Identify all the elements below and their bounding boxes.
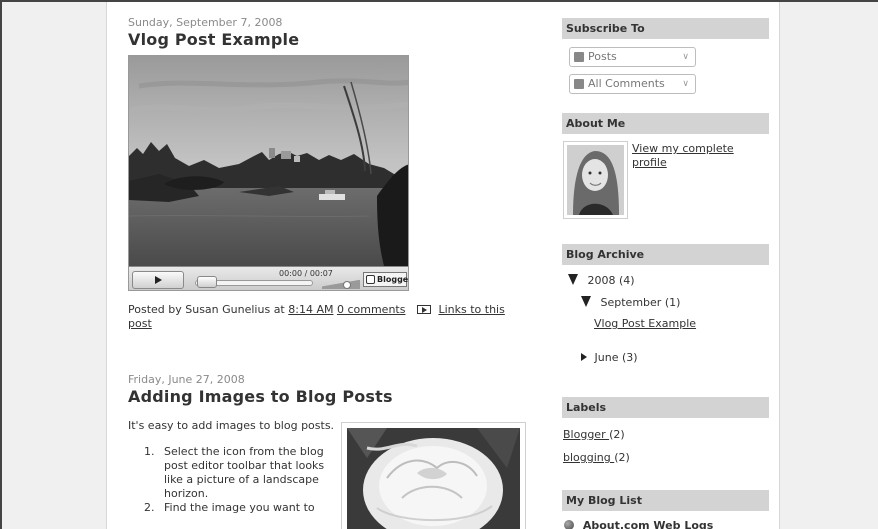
post-footer: Posted by Susan Gunelius at 8:14 AM 0 co… — [128, 303, 518, 331]
subscribe-comments-label: All Comments — [588, 77, 665, 90]
archive-heading: Blog Archive — [562, 244, 769, 265]
left-page-margin — [2, 2, 107, 529]
about-heading: About Me — [562, 113, 769, 134]
label-link[interactable]: Blogger — [563, 428, 609, 441]
comments-link[interactable]: 0 comments — [337, 303, 406, 316]
archive-year-count: (4) — [619, 274, 635, 287]
post-title[interactable]: Vlog Post Example — [128, 30, 538, 50]
subscribe-comments-dropdown[interactable]: All Comments ∨ — [569, 74, 696, 94]
chevron-down-icon: ∨ — [682, 52, 689, 62]
video-frame — [129, 56, 408, 266]
post-intro: It's easy to add images to blog posts. — [128, 419, 335, 432]
blogger-logo-text: Blogger — [377, 275, 409, 284]
browser-viewport: Sunday, September 7, 2008 Vlog Post Exam… — [0, 0, 878, 529]
archive-post-row: Vlog Post Example — [594, 317, 696, 331]
step-item: Select the icon from the blog post edito… — [158, 445, 338, 501]
feed-icon — [574, 79, 584, 89]
post-title-2[interactable]: Adding Images to Blog Posts — [128, 387, 528, 407]
bloglist-item[interactable]: About.com Web Logs — [564, 519, 713, 529]
links-to-post-text-a: Links to this — [438, 303, 505, 316]
rose-photo — [347, 428, 520, 529]
archive-month-row[interactable]: September (1) — [581, 296, 680, 310]
bloglist-heading: My Blog List — [562, 490, 769, 511]
archive-month-count: (1) — [664, 296, 681, 309]
rose-image[interactable] — [341, 422, 526, 529]
collapse-triangle-icon[interactable] — [581, 296, 591, 307]
links-to-post-icon — [416, 305, 431, 314]
feed-icon — [574, 52, 584, 62]
blogger-logo[interactable]: Blogger — [363, 272, 409, 287]
steps-list: Select the icon from the blog post edito… — [128, 445, 338, 515]
view-profile-text-a: View my complete — [632, 142, 734, 155]
links-to-post-text-b: post — [128, 317, 152, 330]
archive-year: 2008 — [587, 274, 616, 287]
video-player[interactable]: 00:00 / 00:07 Blogger — [128, 55, 409, 291]
bloglist-item-label: About.com Web Logs — [582, 519, 714, 529]
posted-by-text: Posted by Susan Gunelius at — [128, 303, 285, 316]
archive-month2-count: (3) — [621, 351, 638, 364]
view-profile-text-b: profile — [632, 156, 667, 169]
video-controls: 00:00 / 00:07 Blogger — [129, 266, 409, 290]
right-page-margin — [779, 2, 878, 529]
post-header-2: Friday, June 27, 2008 Adding Images to B… — [128, 373, 528, 407]
label-link[interactable]: blogging — [563, 451, 614, 464]
view-profile-link[interactable]: View my complete profile — [632, 142, 734, 169]
play-button[interactable] — [132, 271, 184, 289]
archive-month: September — [600, 296, 662, 309]
post-date-2: Friday, June 27, 2008 — [128, 373, 245, 386]
subscribe-posts-dropdown[interactable]: Posts ∨ — [569, 47, 696, 67]
collapse-triangle-icon[interactable] — [568, 274, 578, 285]
volume-handle[interactable] — [343, 281, 351, 289]
seek-handle[interactable] — [197, 276, 217, 288]
label-count: (2) — [609, 428, 625, 441]
chevron-down-icon: ∨ — [682, 79, 689, 89]
post-body-2: It's easy to add images to blog posts. S… — [128, 419, 338, 515]
expand-triangle-icon[interactable] — [581, 353, 587, 361]
label-row: blogging (2) — [563, 451, 630, 465]
post-header: Sunday, September 7, 2008 Vlog Post Exam… — [128, 16, 538, 50]
post-date: Sunday, September 7, 2008 — [128, 16, 283, 29]
blog-favicon-icon — [564, 520, 574, 529]
post-time-link[interactable]: 8:14 AM — [288, 303, 333, 316]
subscribe-posts-label: Posts — [588, 50, 617, 63]
labels-heading: Labels — [562, 397, 769, 418]
archive-post-link[interactable]: Vlog Post Example — [594, 317, 696, 330]
label-row: Blogger (2) — [563, 428, 625, 442]
profile-link-container: View my complete profile — [632, 142, 762, 170]
label-count: (2) — [614, 451, 630, 464]
avatar — [567, 145, 624, 215]
profile-photo[interactable] — [563, 141, 628, 219]
archive-month2-row[interactable]: June (3) — [581, 351, 638, 365]
blogger-icon — [366, 275, 375, 284]
step-item: Find the image you want to — [158, 501, 338, 515]
archive-year-row[interactable]: 2008 (4) — [568, 274, 635, 288]
subscribe-heading: Subscribe To — [562, 18, 769, 39]
archive-month2: June — [594, 351, 619, 364]
volume-slider[interactable] — [322, 277, 360, 289]
